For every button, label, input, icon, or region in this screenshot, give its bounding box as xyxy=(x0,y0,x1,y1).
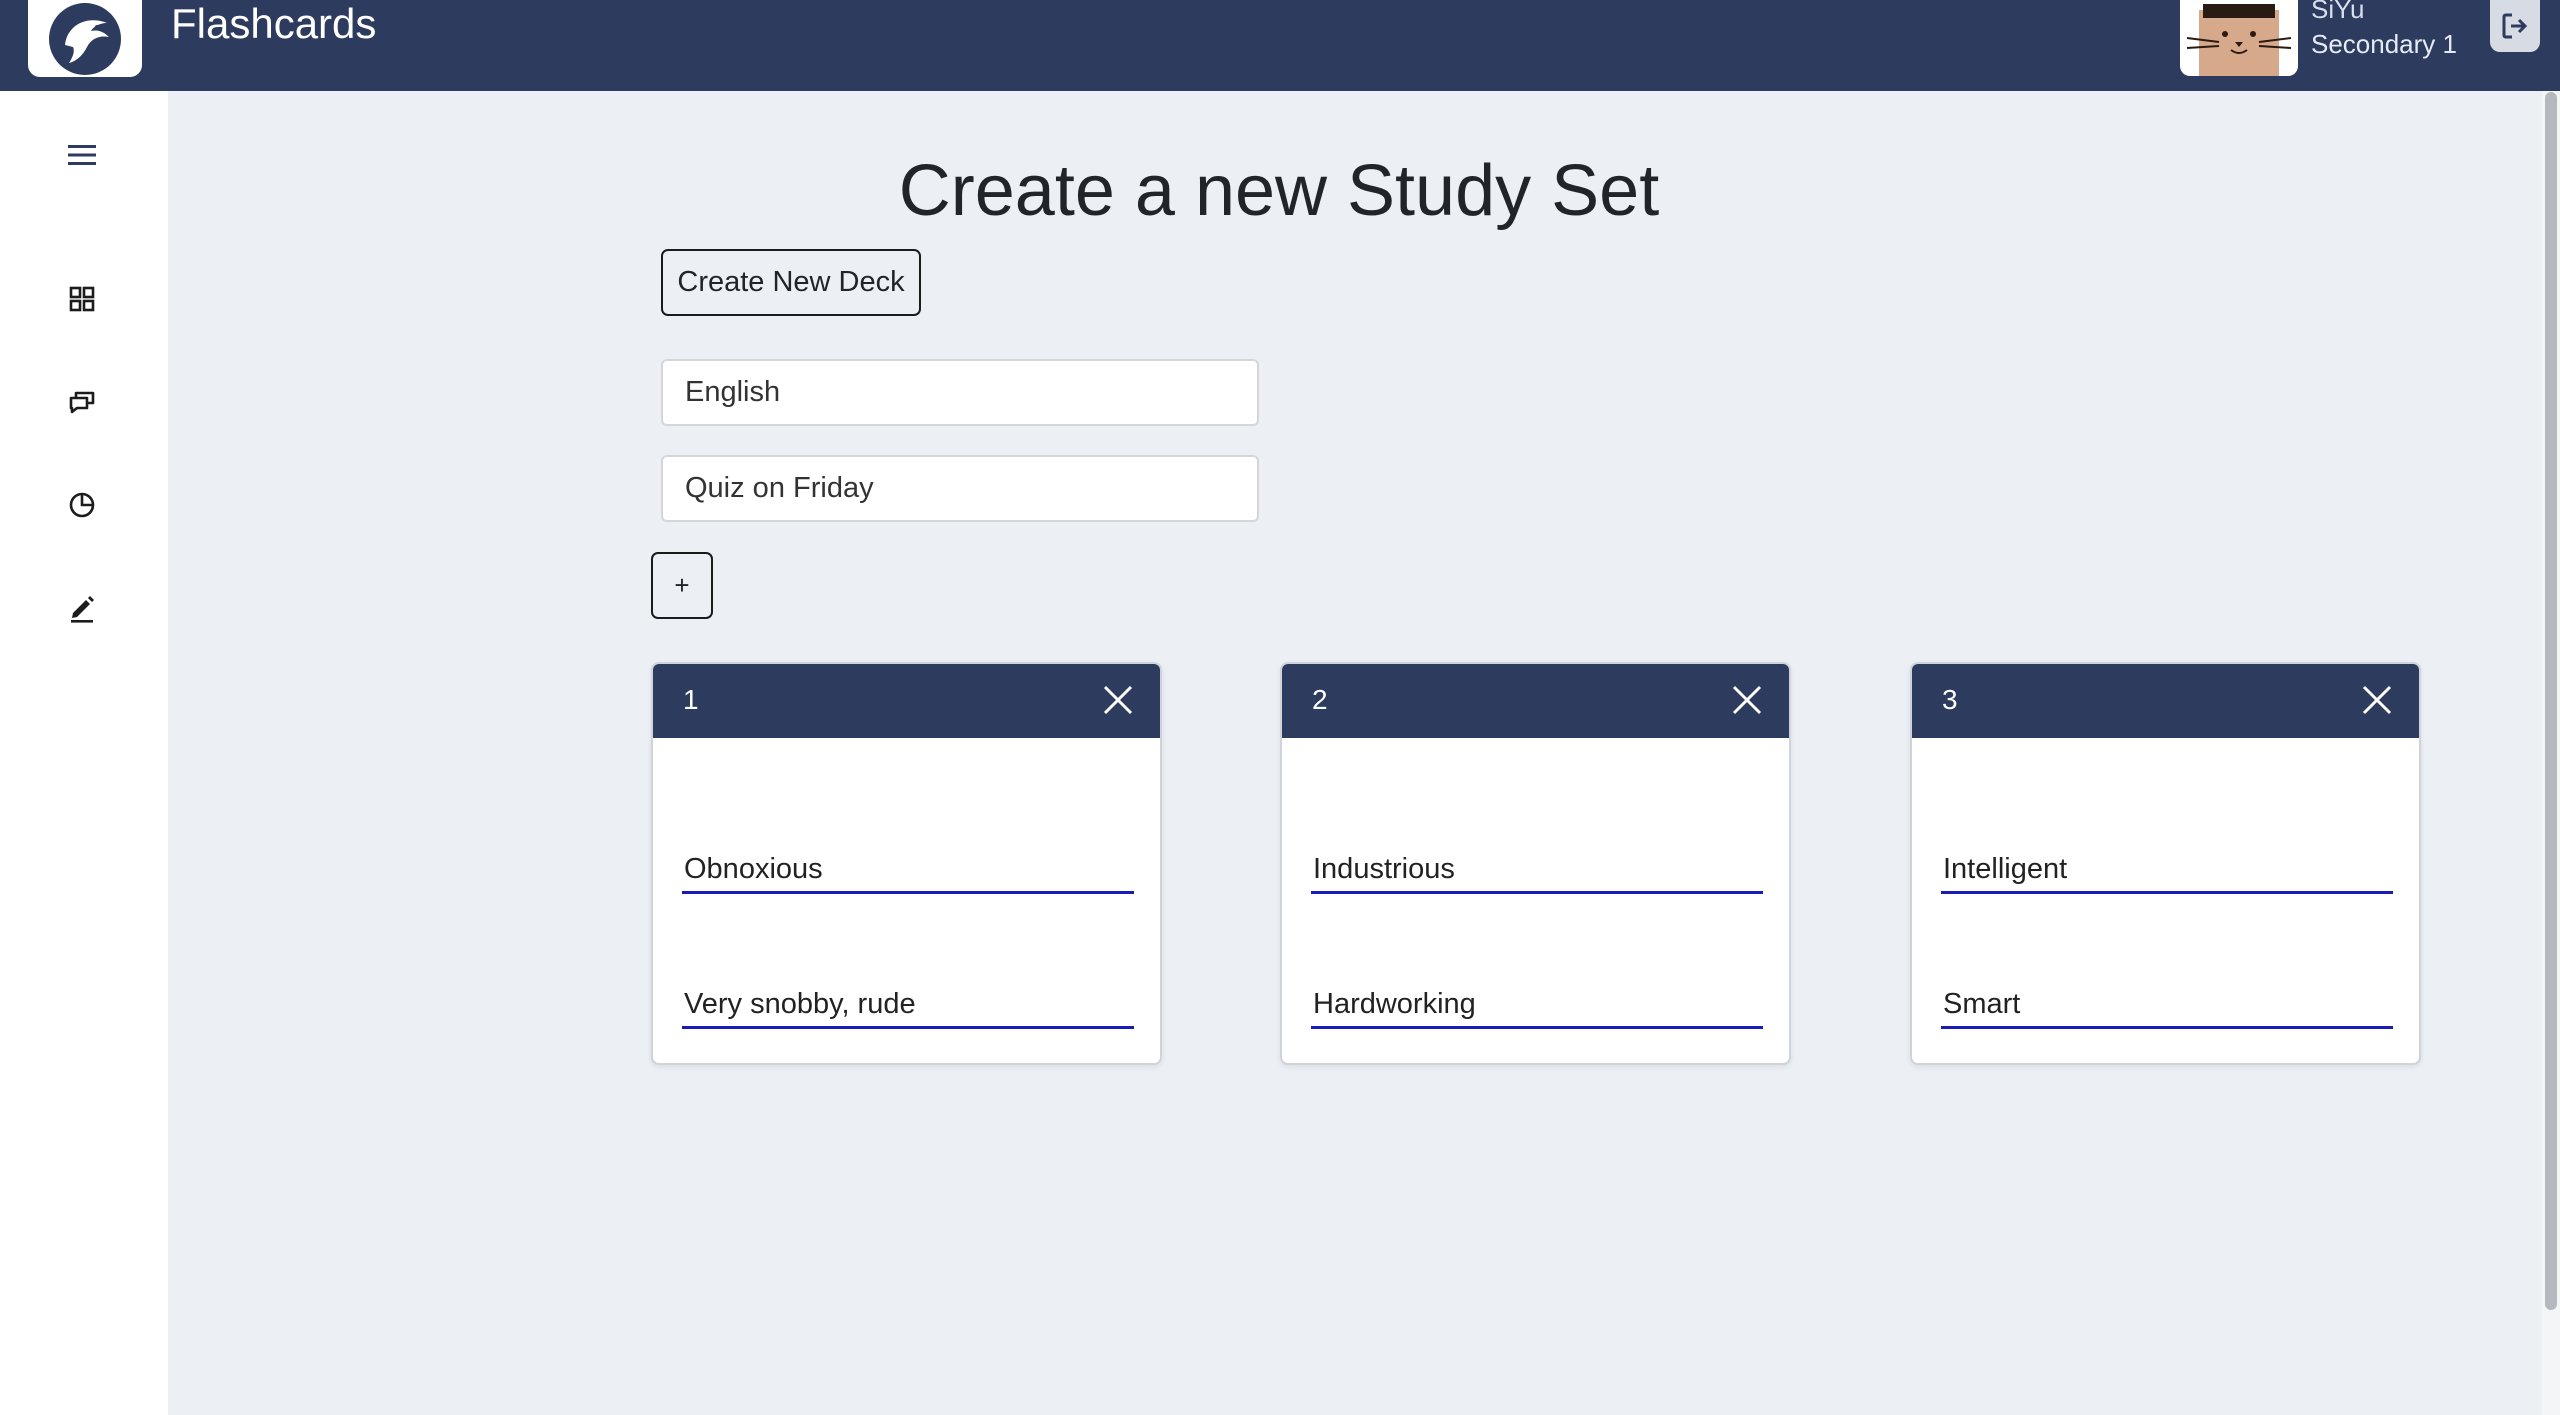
flashcard-number: 2 xyxy=(1312,684,1328,715)
menu-toggle-button[interactable] xyxy=(60,133,104,177)
flashcard: 1 xyxy=(651,662,1162,1065)
sidebar-item-chat[interactable] xyxy=(60,380,104,424)
term-input[interactable] xyxy=(1941,848,2393,894)
user-name: SiYu xyxy=(2311,0,2365,24)
flashcard: 2 xyxy=(1280,662,1791,1065)
scrollbar-thumb[interactable] xyxy=(2545,92,2557,1310)
app-title: Flashcards xyxy=(171,0,377,47)
sidebar-item-edit[interactable] xyxy=(60,586,104,630)
create-new-deck-button[interactable]: Create New Deck xyxy=(661,249,921,316)
definition-input[interactable] xyxy=(1941,983,2393,1029)
flashcard-header: 2 xyxy=(1282,664,1789,738)
app-logo[interactable] xyxy=(28,0,142,77)
user-level: Secondary 1 xyxy=(2311,29,2457,59)
pencil-icon xyxy=(71,596,94,623)
flashcard-header: 1 xyxy=(653,664,1160,738)
close-icon[interactable] xyxy=(2357,680,2397,720)
close-icon[interactable] xyxy=(1727,680,1767,720)
chat-icon xyxy=(69,391,95,414)
flashcard: 3 xyxy=(1910,662,2421,1065)
sidebar-item-dashboard[interactable] xyxy=(60,277,104,321)
flashcard-number: 3 xyxy=(1942,684,1958,715)
flashcard-number: 1 xyxy=(683,684,699,715)
user-avatar[interactable] xyxy=(2180,0,2298,76)
logout-button[interactable] xyxy=(2490,0,2540,52)
cat-avatar-icon xyxy=(2186,4,2292,76)
sidebar-item-statistics[interactable] xyxy=(60,483,104,527)
flashcard-header: 3 xyxy=(1912,664,2419,738)
eagle-logo-icon xyxy=(49,2,121,75)
menu-icon xyxy=(68,145,96,165)
top-navbar: Flashcards SiYu Secondary 1 xyxy=(0,0,2560,91)
subject-input[interactable] xyxy=(661,359,1259,426)
term-input[interactable] xyxy=(1311,848,1763,894)
page-title: Create a new Study Set xyxy=(898,151,1660,231)
description-input[interactable] xyxy=(661,455,1259,522)
dashboard-grid-icon xyxy=(69,286,95,312)
term-input[interactable] xyxy=(682,848,1134,894)
logout-icon xyxy=(2502,13,2528,39)
pie-chart-icon xyxy=(69,492,95,518)
definition-input[interactable] xyxy=(1311,983,1763,1029)
add-card-button[interactable]: + xyxy=(651,552,713,619)
definition-input[interactable] xyxy=(682,983,1134,1029)
close-icon[interactable] xyxy=(1098,680,1138,720)
sidebar xyxy=(0,91,168,1415)
